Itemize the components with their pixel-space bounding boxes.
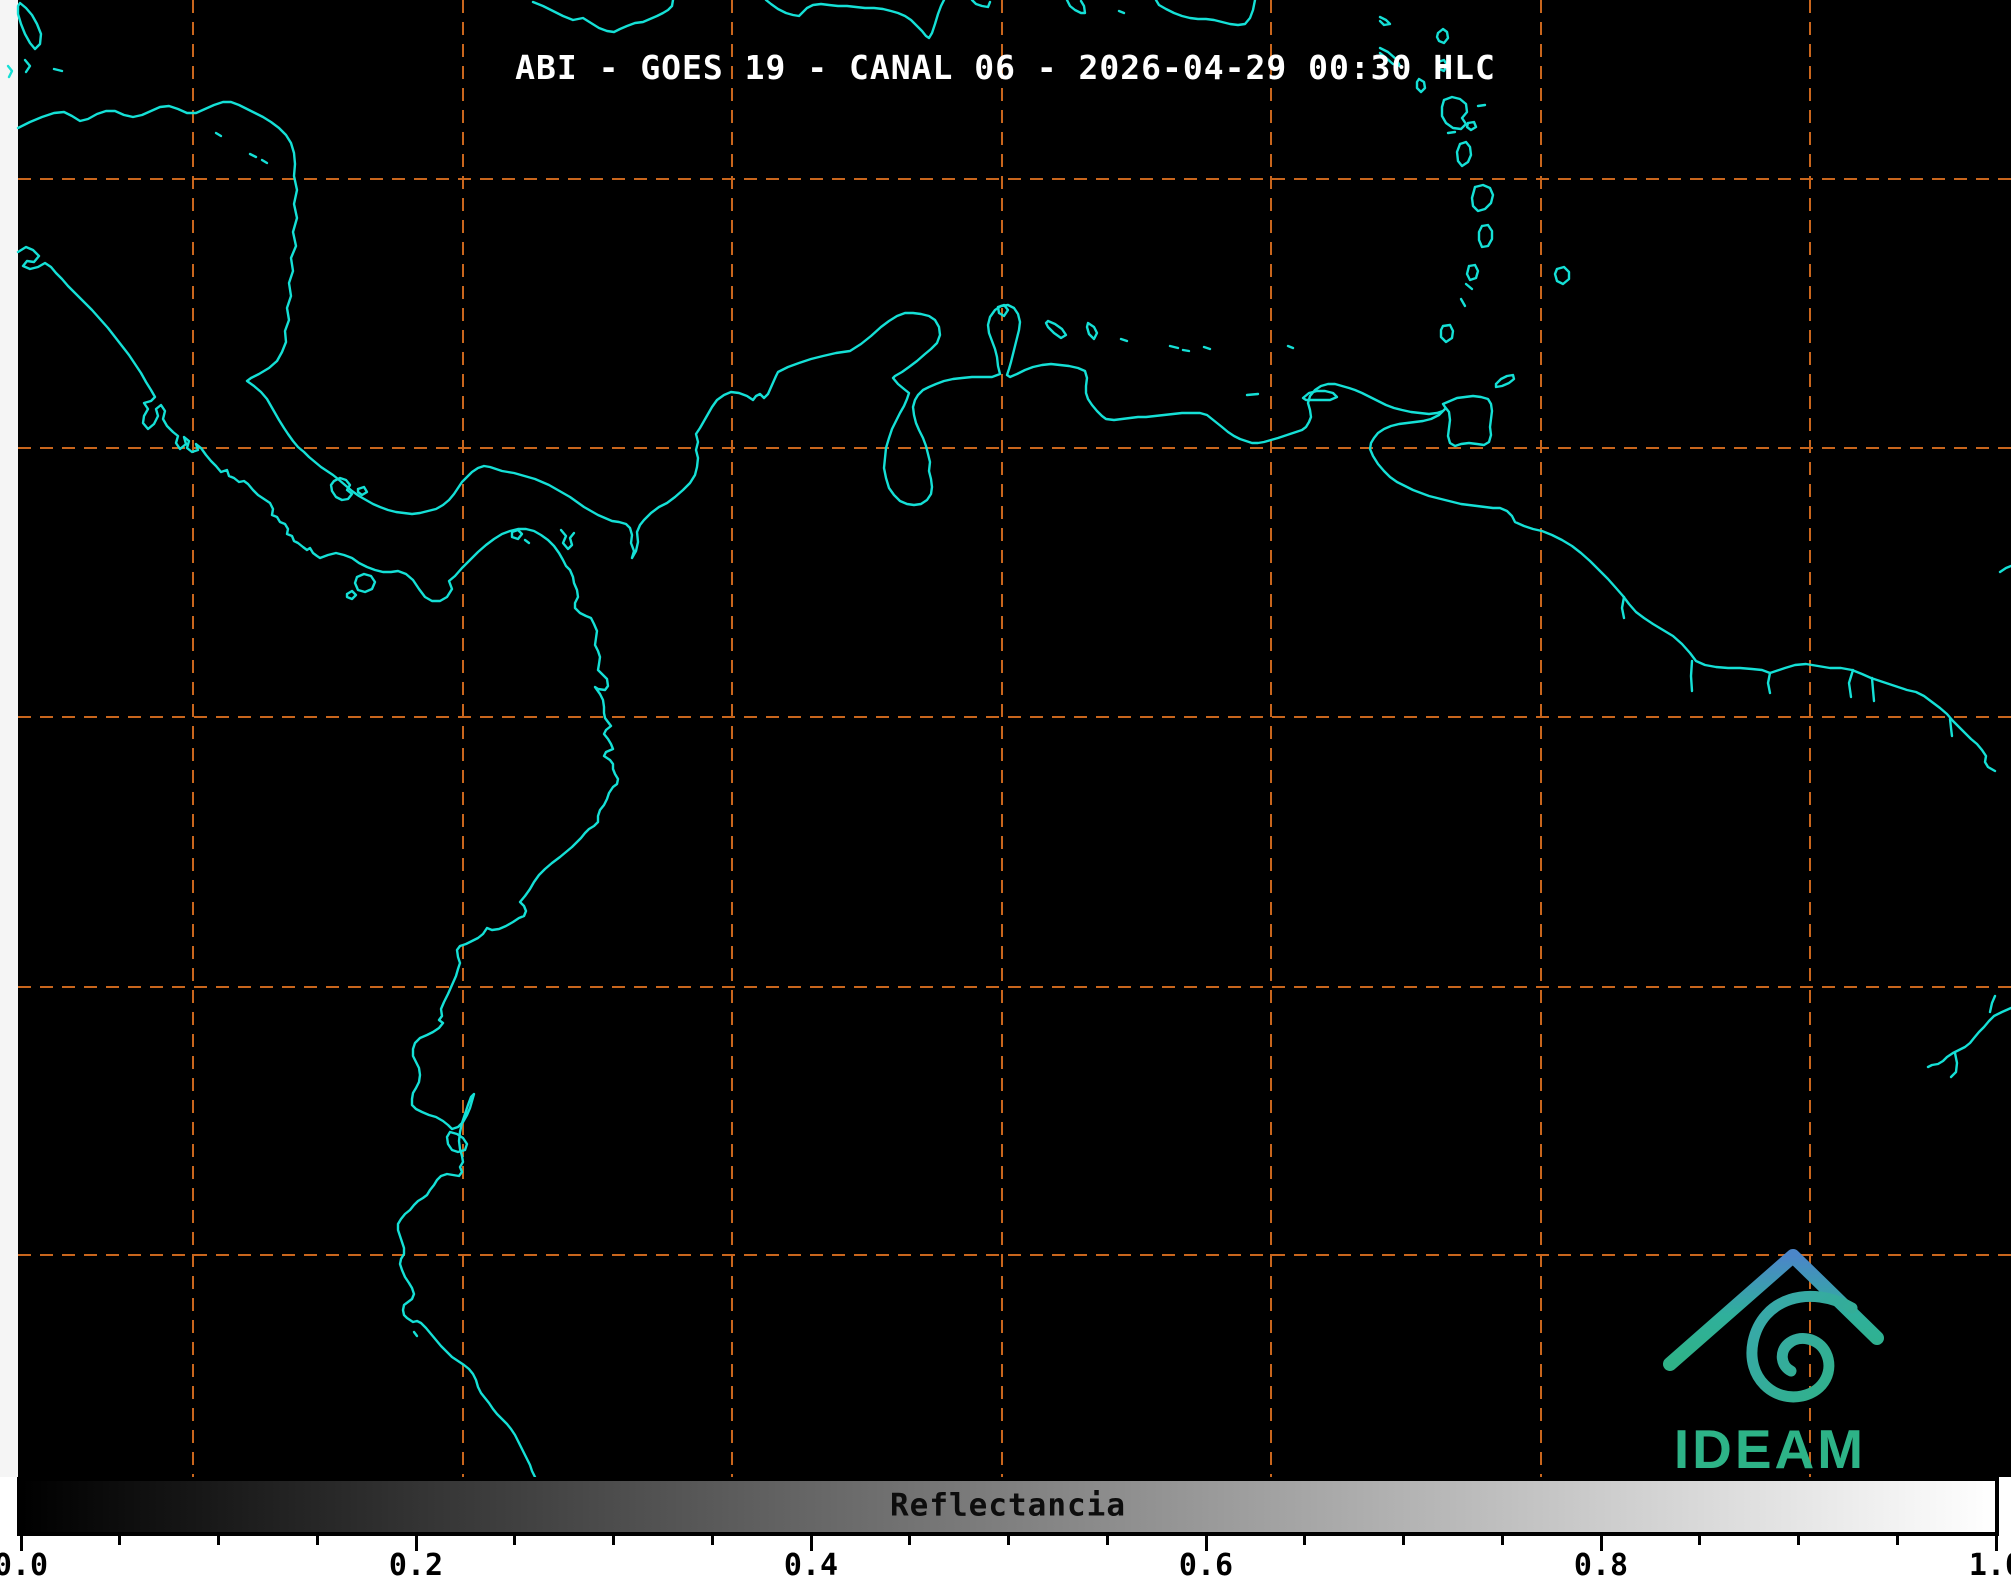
coastline-guyana-hook-3 [1766,671,1772,695]
colorbar-tick-label: 0.6 [1178,1548,1234,1583]
coastline-grenada [1470,183,1495,213]
coastline-antilles-1 [1378,15,1392,27]
coastline-barbados [1553,265,1571,286]
colorbar-minor-tick [118,1536,122,1545]
colorbar-minor-tick [710,1536,714,1545]
colorbar-minor-tick [908,1536,912,1545]
colorbar-minor-tick [1797,1536,1800,1545]
coastline-topleft-island [16,1,43,51]
map-area: ABI - GOES 19 - CANAL 06 - 2026-04-29 00… [0,0,2011,1477]
colorbar-minor-tick [1402,1536,1405,1545]
coastline-puerto-rico-south [1154,0,1257,27]
colorbar-minor-tick [1105,1536,1109,1545]
coastline-guyana-hook-4 [1870,676,1876,703]
colorbar-gradient: Reflectancia [17,1477,1999,1536]
coastline-mona-islet [1117,9,1126,15]
ideam-logo: IDEAM [1650,1246,1890,1477]
colorbar: Reflectancia 0.0 0.2 0.4 0.6 0.8 1.0 [0,1477,2011,1583]
coastline-antilles-6 [1440,95,1469,131]
colorbar-minor-tick [315,1536,319,1545]
coastline-guyana-hook-6 [1620,595,1626,620]
coastline-right-edge-coast [1998,564,2011,574]
coastline-antilles-6b [1476,103,1487,108]
colorbar-minor-tick [513,1536,517,1545]
colorbar-tick-label: 0.0 [0,1548,49,1583]
colorbar-minor-tick [1698,1536,1702,1545]
coastline-tobago [1494,373,1516,389]
colorbar-tick-label: 0.2 [388,1548,444,1583]
colorbar-minor-tick [612,1536,615,1545]
colorbar-minor-tick [217,1536,220,1545]
map-title: ABI - GOES 19 - CANAL 06 - 2026-04-29 00… [515,48,1496,87]
coastline-islet-orchila [1202,345,1212,351]
coastline-amazon-river [1926,1006,2011,1069]
colorbar-tick-label: 0.4 [783,1548,839,1583]
coastline-islet-blanquilla [1286,344,1295,350]
colorbar-minor-tick [1303,1536,1307,1545]
coastline-guyana-hook-5 [1689,659,1694,693]
colorbar-minor-tick [1895,1536,1899,1545]
coastline-antilles-8 [1446,130,1457,135]
coastline-caribbean-mainland [16,100,1997,773]
coastline-islet-tortuga [1245,392,1260,397]
coastline-lobos-islet [412,1330,419,1338]
ideam-logo-graphic [1663,1249,1884,1403]
colorbar-minor-tick [1007,1536,1010,1545]
coastline-guyana-hook-2 [1948,717,1954,738]
coastline-antilles-9 [1455,140,1473,168]
coastline-curacao [1044,319,1068,340]
ideam-logo-text: IDEAM [1673,1418,1867,1477]
colorbar-minor-tick [1500,1536,1504,1545]
coastline-antilles-12 [1439,323,1455,344]
coastline-pearl-island-2 [523,538,531,545]
coastline-coiba-2 [345,589,358,601]
coastline-antilles-10 [1477,223,1494,249]
colorbar-axis: 0.0 0.2 0.4 0.6 0.8 1.0 [0,1536,2011,1583]
coastline-islet-aves [1119,337,1129,343]
hurricane-spiral-icon [1746,1290,1858,1403]
coastline-guyana-hook-1 [1847,668,1855,699]
coastline-pacific-mainland [16,245,620,1477]
coastline-islet-roques-2 [1181,348,1191,353]
coastline-atrato-river [559,528,576,551]
coastline-hispaniola-east-tip [970,0,992,9]
coastline-antilles-7 [1465,120,1478,132]
coastline-miskito-cay-3 [214,131,223,138]
coastline-puerto-rico-west [1065,0,1087,15]
coastline-bonaire [1085,321,1099,341]
coastline-antilles-dot-1 [1464,282,1474,291]
coastline-bocas-island [356,485,369,497]
colorbar-tick-label: 1.0 [1968,1548,2011,1583]
coastline-hispaniola-south [764,0,946,40]
coastline-trinidad [1441,394,1494,448]
colorbar-label: Reflectancia [890,1487,1126,1524]
coastline-antilles-dot-2 [1459,297,1467,308]
coastline-islet-roques-1 [1168,344,1180,350]
colorbar-tick-label: 0.8 [1573,1548,1629,1583]
coastline-antilles-2 [1435,27,1450,45]
coastline-amazon-branch-1 [1949,1051,1959,1079]
coastline-jamaica-south [531,0,675,34]
coastline-miskito-cay-1 [248,152,258,159]
coastline-amazon-branch-2 [1988,994,1997,1014]
coastline-miskito-cay-2 [260,158,269,165]
coastline-coiba [353,572,377,594]
coastline-antilles-11 [1465,263,1480,282]
coastline-pearl-island-1 [510,528,524,541]
